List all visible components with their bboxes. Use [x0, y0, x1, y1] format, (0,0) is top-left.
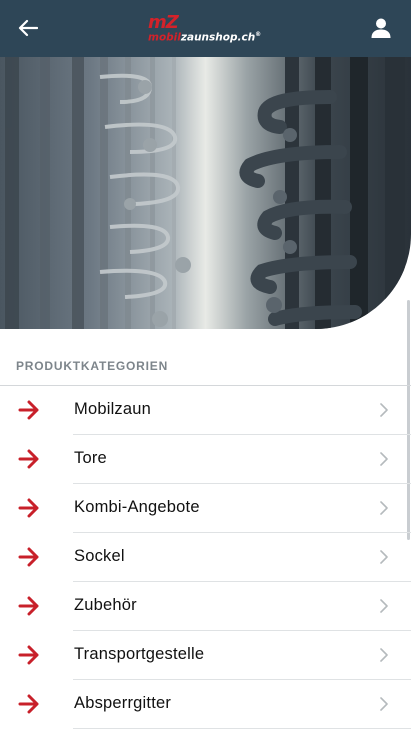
arrow-right-icon [18, 596, 39, 616]
category-item-sockel[interactable]: Sockel [0, 533, 411, 582]
category-label: Mobilzaun [74, 400, 152, 418]
arrow-right-icon [18, 498, 39, 518]
category-label: Zubehör [74, 596, 137, 614]
row-divider [73, 728, 411, 729]
category-list: Mobilzaun Tore Kombi-Angebote Sockel Zub… [0, 386, 411, 729]
chevron-right-icon [380, 697, 388, 711]
hero-image [0, 57, 411, 329]
arrow-left-icon [18, 19, 38, 37]
brand-logo[interactable]: mZ mobilzaunshop.ch® [146, 14, 268, 44]
section-title: PRODUKTKATEGORIEN [16, 359, 169, 373]
category-item-tore[interactable]: Tore [0, 435, 411, 484]
arrow-right-icon [18, 645, 39, 665]
chevron-right-icon [380, 452, 388, 466]
chevron-right-icon [380, 648, 388, 662]
logo-wordmark: mobilzaunshop.ch® [148, 31, 262, 44]
chevron-right-icon [380, 599, 388, 613]
category-label: Kombi-Angebote [74, 498, 200, 516]
category-item-absperrgitter[interactable]: Absperrgitter [0, 680, 411, 729]
category-item-zubehoer[interactable]: Zubehör [0, 582, 411, 631]
arrow-right-icon [18, 449, 39, 469]
category-label: Transportgestelle [74, 645, 205, 663]
category-label: Absperrgitter [74, 694, 172, 712]
back-button[interactable] [14, 16, 42, 40]
category-item-transportgestelle[interactable]: Transportgestelle [0, 631, 411, 680]
category-item-mobilzaun[interactable]: Mobilzaun [0, 386, 411, 435]
chevron-right-icon [380, 501, 388, 515]
user-icon [371, 18, 391, 38]
arrow-right-icon [18, 694, 39, 714]
arrow-right-icon [18, 547, 39, 567]
category-label: Sockel [74, 547, 125, 565]
category-label: Tore [74, 449, 107, 467]
user-account-button[interactable] [369, 16, 393, 40]
category-item-kombi-angebote[interactable]: Kombi-Angebote [0, 484, 411, 533]
arrow-right-icon [18, 400, 39, 420]
chevron-right-icon [380, 403, 388, 417]
app-header: mZ mobilzaunshop.ch® [0, 0, 411, 57]
chevron-right-icon [380, 550, 388, 564]
